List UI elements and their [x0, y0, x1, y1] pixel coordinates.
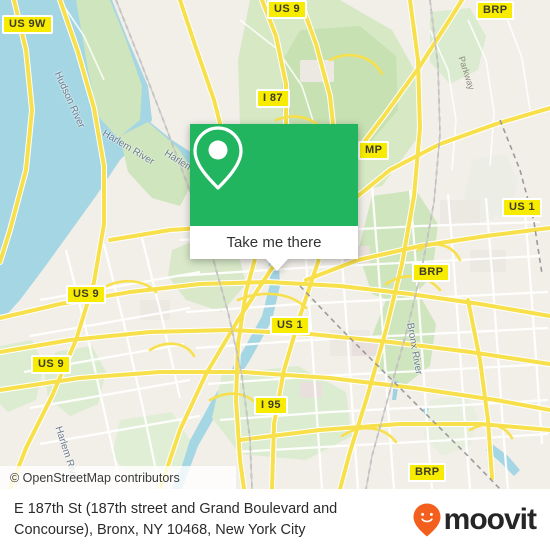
attribution-text: © OpenStreetMap contributors — [10, 470, 180, 485]
location-popup-card[interactable]: Take me there — [190, 124, 358, 271]
highway-shield-brp[interactable]: BRP — [412, 263, 451, 282]
highway-shield-us9[interactable]: US 9 — [267, 0, 308, 19]
highway-shield-i87[interactable]: I 87 — [256, 89, 290, 108]
footer-bar: E 187th St (187th street and Grand Boule… — [0, 489, 550, 550]
highway-shield-mp[interactable]: MP — [358, 141, 390, 160]
highway-shield-us9[interactable]: US 9 — [31, 355, 72, 374]
highway-shield-us9w[interactable]: US 9W — [2, 15, 53, 34]
popup-icon-area — [190, 124, 358, 226]
moovit-map-screenshot: Hudson River Harlem River Harlem Harlem … — [0, 0, 550, 550]
moovit-wordmark: moovit — [443, 502, 537, 536]
map-canvas[interactable]: Hudson River Harlem River Harlem Harlem … — [0, 0, 550, 489]
highway-shield-us9[interactable]: US 9 — [66, 285, 107, 304]
moovit-smiley-pin-icon — [413, 503, 441, 536]
highway-shield-i95[interactable]: I 95 — [254, 396, 288, 415]
highway-shield-us1[interactable]: US 1 — [502, 198, 543, 217]
map-attribution: © OpenStreetMap contributors — [0, 466, 236, 489]
take-me-there-button[interactable]: Take me there — [190, 226, 358, 259]
highway-shield-brp[interactable]: BRP — [476, 1, 515, 20]
highway-shield-brp[interactable]: BRP — [408, 463, 447, 482]
location-pin-icon — [193, 126, 243, 190]
take-me-there-label: Take me there — [226, 234, 322, 251]
moovit-logo: moovit — [412, 502, 537, 538]
highway-shield-us1[interactable]: US 1 — [270, 316, 311, 335]
address-text: E 187th St (187th street and Grand Boule… — [14, 500, 338, 538]
popup-pointer-tail — [266, 259, 288, 271]
